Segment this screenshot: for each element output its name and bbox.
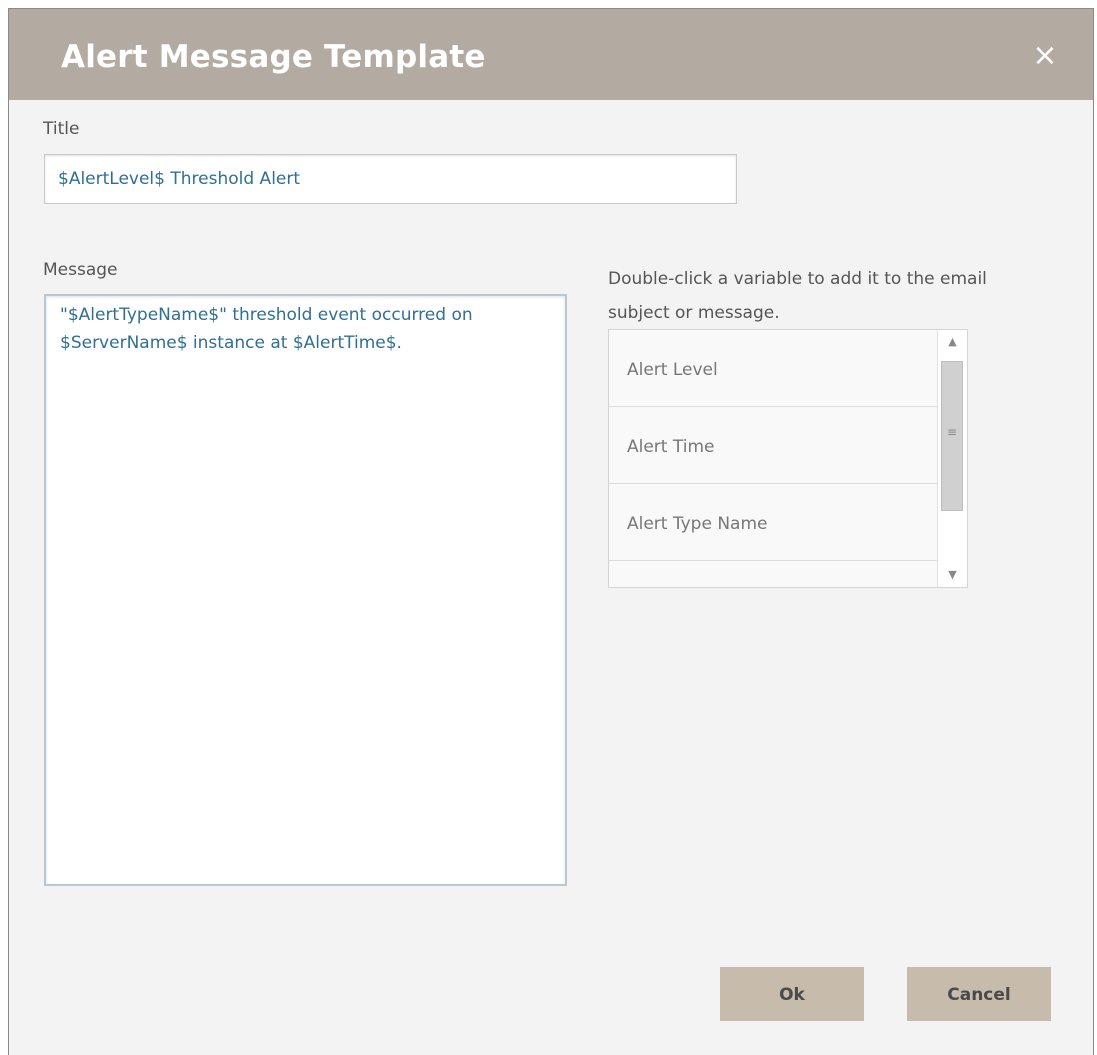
scroll-down-icon[interactable]: ▼ (938, 563, 967, 587)
message-textarea[interactable]: "$AlertTypeName$" threshold event occurr… (44, 294, 567, 886)
title-input[interactable] (44, 154, 737, 204)
variable-item-alert-time[interactable]: Alert Time (609, 407, 937, 484)
variables-items: Alert Level Alert Time Alert Type Name (609, 330, 937, 587)
dialog-titlebar: Alert Message Template × (9, 9, 1093, 100)
title-label: Title (43, 119, 80, 139)
scroll-up-icon[interactable]: ▲ (938, 330, 967, 354)
alert-message-template-dialog: Alert Message Template × Title Message "… (8, 8, 1094, 1055)
scroll-grip-icon: ≡ (946, 425, 958, 439)
variable-item-alert-level[interactable]: Alert Level (609, 330, 937, 407)
variables-scrollbar[interactable]: ▲ ≡ ▼ (937, 330, 967, 587)
scroll-thumb[interactable]: ≡ (941, 361, 963, 511)
dialog-title: Alert Message Template (61, 39, 486, 75)
message-label: Message (43, 260, 118, 280)
variable-item-next[interactable] (609, 561, 937, 587)
variables-list[interactable]: Alert Level Alert Time Alert Type Name ▲… (608, 329, 968, 588)
close-icon[interactable]: × (1031, 41, 1059, 71)
variable-item-alert-type-name[interactable]: Alert Type Name (609, 484, 937, 561)
variables-hint: Double-click a variable to add it to the… (608, 269, 987, 323)
ok-button[interactable]: Ok (720, 967, 864, 1021)
cancel-button[interactable]: Cancel (907, 967, 1051, 1021)
